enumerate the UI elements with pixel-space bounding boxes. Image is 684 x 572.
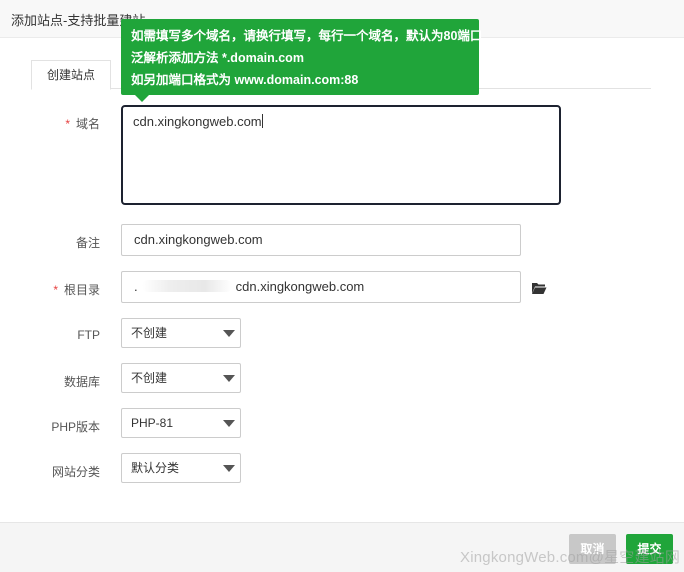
remark-label: 备注: [75, 236, 100, 250]
remark-input-value: cdn.xingkongweb.com: [134, 232, 263, 247]
folder-open-icon[interactable]: [531, 281, 547, 295]
domain-help-tooltip: 如需填写多个域名，请换行填写，每行一个域名，默认为80端口 泛解析添加方法 *.…: [121, 19, 483, 102]
tooltip-line: 如需填写多个域名，请换行填写，每行一个域名，默认为80端口: [131, 29, 483, 43]
text-caret: [261, 114, 263, 128]
category-label: 网站分类: [51, 465, 100, 479]
database-select[interactable]: 不创建: [121, 363, 241, 393]
php-version-label: PHP版本: [51, 420, 100, 434]
root-path-value: cdn.xingkongweb.com: [235, 279, 365, 294]
tooltip-arrow: [135, 95, 149, 102]
database-select-value: 不创建: [131, 371, 168, 385]
category-select-value: 默认分类: [131, 461, 180, 475]
database-label: 数据库: [63, 375, 100, 389]
root-label-text: 根目录: [63, 283, 100, 297]
ftp-select-value: 不创建: [131, 326, 168, 340]
root-label: * 根目录: [0, 281, 100, 298]
required-mark: *: [65, 117, 70, 131]
domain-label: * 域名: [0, 115, 100, 132]
tooltip-line: 泛解析添加方法 *.domain.com: [131, 51, 304, 65]
chevron-down-icon: [223, 375, 235, 382]
tooltip-line: 如另加端口格式为 www.domain.com:88: [131, 73, 359, 87]
domain-textarea[interactable]: cdn.xingkongweb.com: [121, 105, 561, 205]
chevron-down-icon: [223, 465, 235, 472]
required-mark: *: [53, 283, 58, 297]
ftp-select[interactable]: 不创建: [121, 318, 241, 348]
chevron-down-icon: [223, 420, 235, 427]
php-version-select[interactable]: PHP-81: [121, 408, 241, 438]
ftp-label: FTP: [77, 328, 100, 342]
domain-label-text: 域名: [75, 117, 100, 131]
domain-textarea-value: cdn.xingkongweb.com: [133, 114, 262, 129]
chevron-down-icon: [223, 330, 235, 337]
root-path-prefix: .: [134, 279, 138, 294]
php-version-select-value: PHP-81: [131, 416, 174, 430]
category-select[interactable]: 默认分类: [121, 453, 241, 483]
root-path-input[interactable]: . cdn.xingkongweb.com: [121, 271, 521, 303]
blurred-path-segment: [141, 280, 232, 292]
watermark: XingkongWeb.com@星空建站网: [460, 549, 681, 566]
tab-create-site[interactable]: 创建站点: [31, 60, 111, 90]
remark-input[interactable]: cdn.xingkongweb.com: [121, 224, 521, 256]
